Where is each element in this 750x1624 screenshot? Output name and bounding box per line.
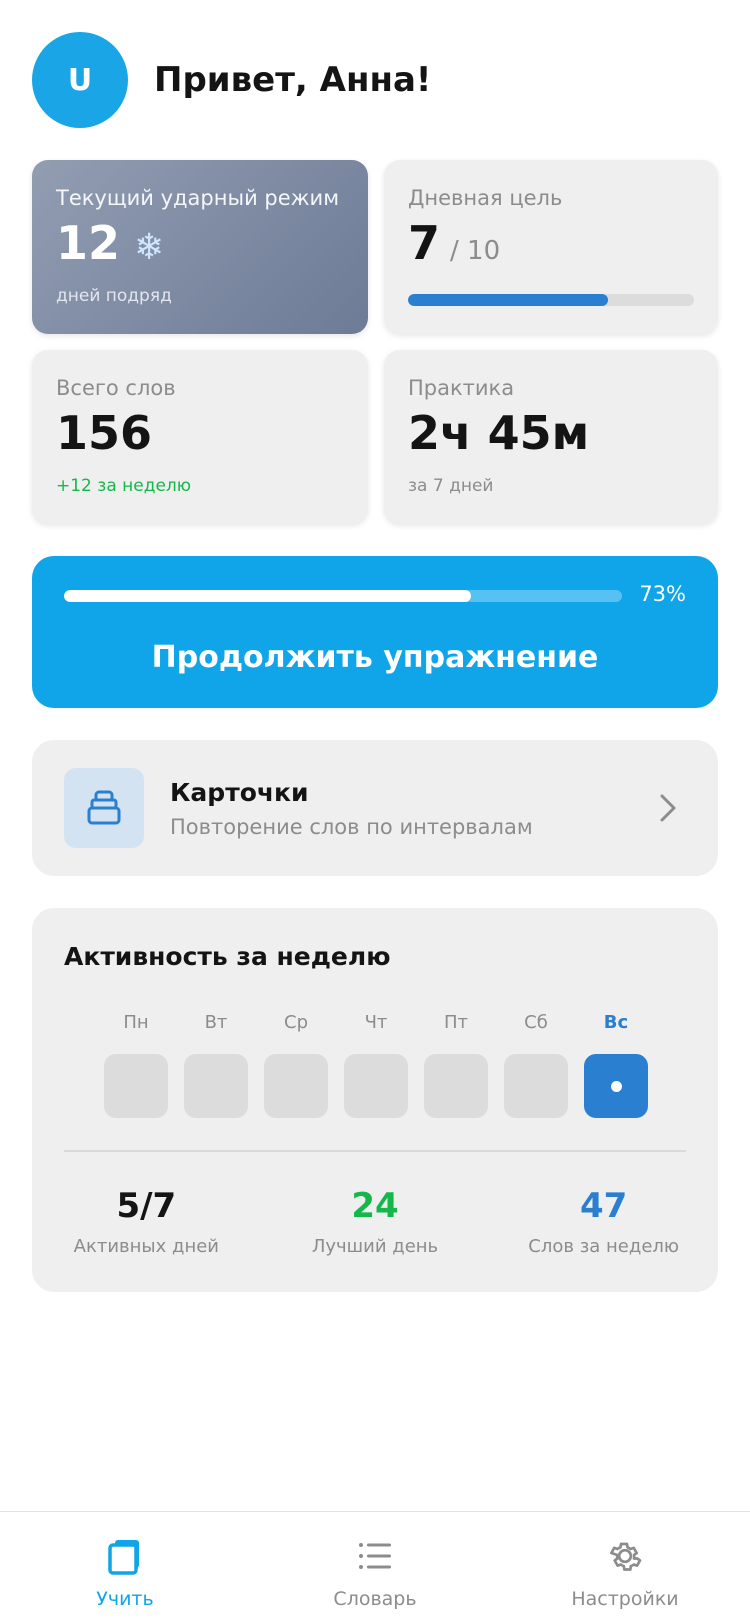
streak-label: Текущий ударный режим (56, 186, 340, 210)
snowflake-icon: ❄ (134, 227, 165, 268)
flashcards-item[interactable]: Карточки Повторение слов по интервалам (32, 740, 718, 876)
continue-exercise-button[interactable]: 73% Продолжить упражнение (32, 556, 718, 708)
activity-stat: 24 Лучший день (261, 1186, 490, 1257)
activity-stat: 47 Слов за неделю (489, 1186, 718, 1257)
tab-label: Учить (96, 1588, 154, 1610)
cards-stack-icon (64, 768, 144, 848)
tab-label: Настройки (571, 1588, 679, 1610)
stat-label: Слов за неделю (528, 1236, 680, 1257)
streak-sub: дней подряд (56, 286, 172, 306)
list-icon (355, 1536, 395, 1580)
flashcards-subtitle: Повторение слов по интервалам (170, 814, 533, 839)
weekday-label: Сб (524, 1012, 548, 1033)
weekday-item[interactable]: Вс (584, 1012, 648, 1118)
daily-goal-card[interactable]: Дневная цель 7 / 10 (384, 160, 718, 334)
stat-value: 24 (351, 1186, 399, 1226)
weekday-label: Ср (284, 1012, 308, 1033)
practice-card[interactable]: Практика 2ч 45м за 7 дней (384, 350, 718, 524)
weekday-box (104, 1054, 168, 1118)
streak-value: 12 (56, 216, 121, 270)
continue-progress-fill (64, 590, 472, 602)
greeting-title: Привет, Анна! (154, 60, 432, 100)
weekday-box (184, 1054, 248, 1118)
practice-label: Практика (408, 376, 515, 400)
goal-total: / 10 (450, 236, 501, 266)
activity-stat: 5/7 Активных дней (32, 1186, 261, 1257)
activity-stats: 5/7 Активных дней 24 Лучший день 47 Слов за н… (32, 1186, 718, 1257)
goal-value-row: 7 / 10 (408, 220, 694, 266)
activity-title: Активность за неделю (64, 942, 391, 971)
practice-sub: за 7 дней (408, 476, 494, 496)
weekday-item[interactable]: Пт (424, 1012, 488, 1118)
words-label: Всего слов (56, 376, 176, 400)
chevron-right-icon (658, 792, 678, 828)
streak-card[interactable]: Текущий ударный режим 12 ❄ дней подряд (32, 160, 368, 334)
weekday-label: Вс (603, 1012, 629, 1033)
weekday-box (264, 1054, 328, 1118)
weekday-row: Пн Вт Ср Чт Пт Сб Вс (104, 1012, 648, 1118)
weekday-item[interactable]: Вт (184, 1012, 248, 1118)
bottom-tab-bar: Учить Словарь Настройки (0, 1511, 750, 1624)
words-value: 156 (56, 406, 153, 460)
goal-label: Дневная цель (408, 186, 563, 210)
weekday-box (504, 1054, 568, 1118)
weekday-item[interactable]: Пн (104, 1012, 168, 1118)
weekday-item[interactable]: Сб (504, 1012, 568, 1118)
continue-percent: 73% (639, 582, 686, 606)
continue-label: Продолжить упражнение (151, 640, 599, 675)
weekday-box (424, 1054, 488, 1118)
weekday-item[interactable]: Чт (344, 1012, 408, 1118)
today-dot (610, 1080, 622, 1092)
avatar[interactable]: U (32, 32, 128, 128)
weekday-box (344, 1054, 408, 1118)
weekday-label: Вт (204, 1012, 228, 1033)
goal-progress-fill (408, 294, 609, 306)
tab-settings[interactable]: Настройки (500, 1512, 750, 1624)
gear-icon (605, 1536, 645, 1580)
goal-value: 7 (408, 216, 441, 270)
words-sub: +12 за неделю (56, 476, 192, 496)
streak-value-row: 12 ❄ (56, 220, 344, 266)
weekday-label: Чт (364, 1012, 388, 1033)
weekly-activity-card: Активность за неделю Пн Вт Ср Чт Пт Сб Вс 5/7 А… (32, 908, 718, 1292)
tab-dictionary[interactable]: Словарь (250, 1512, 500, 1624)
weekday-label: Пн (123, 1012, 149, 1033)
total-words-card[interactable]: Всего слов 156 +12 за неделю (32, 350, 368, 524)
continue-progress-bar (64, 590, 622, 602)
learn-icon (105, 1536, 145, 1580)
flashcards-title: Карточки (170, 777, 309, 807)
divider (64, 1150, 686, 1152)
tab-learn[interactable]: Учить (0, 1512, 250, 1624)
weekday-box-today (584, 1054, 648, 1118)
weekday-item[interactable]: Ср (264, 1012, 328, 1118)
flashcards-text: Карточки Повторение слов по интервалам (170, 778, 533, 839)
weekday-label: Пт (443, 1012, 469, 1033)
goal-progress-bar (408, 294, 694, 306)
tab-label: Словарь (333, 1588, 417, 1610)
practice-value: 2ч 45м (408, 406, 590, 460)
stat-value: 5/7 (116, 1186, 177, 1226)
stat-label: Лучший день (311, 1236, 439, 1257)
stat-label: Активных дней (73, 1236, 219, 1257)
header: U Привет, Анна! (32, 32, 431, 128)
stat-value: 47 (580, 1186, 628, 1226)
